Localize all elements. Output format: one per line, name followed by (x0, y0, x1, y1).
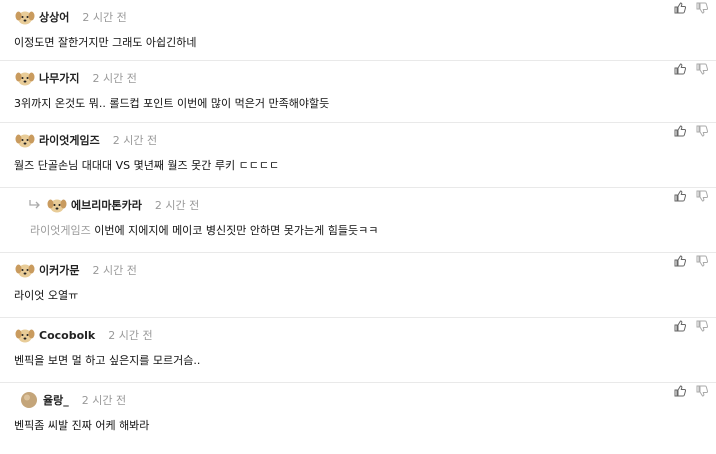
comment-item: 이커가문 2 시간 전 라이엇 오열ㅠ (0, 253, 716, 318)
thumbs-up-icon[interactable] (674, 125, 686, 137)
mention-link[interactable]: 라이엇게임즈 (30, 224, 91, 237)
comment-list: 상상어 2 시간 전 이정도면 잘한거지만 그래도 아쉽긴하네 나무가지 2 시… (0, 0, 716, 454)
reply-text: 이번에 지에지에 메이코 병신짓만 안하면 못가는게 힘들듯ㅋㅋ (90, 224, 379, 237)
comment-nickname[interactable]: 에브리마톤카라 (71, 197, 142, 213)
comment-header: 에브리마톤카라 2 시간 전 (28, 194, 199, 216)
comment-nickname[interactable]: 상상어 (39, 9, 69, 25)
puppy-avatar-icon[interactable] (14, 129, 36, 151)
vote-buttons (674, 320, 708, 332)
comment-text: 월즈 단골손님 대대대 VS 몇년째 월즈 못간 루키 ㄷㄷㄷㄷ (14, 159, 280, 172)
comment-time: 2 시간 전 (108, 329, 153, 342)
comment-header: 라이엇게임즈 2 시간 전 (14, 129, 157, 151)
comment-time: 2 시간 전 (92, 264, 137, 277)
comment-time: 2 시간 전 (92, 72, 137, 85)
comment-text: 3위까지 온것도 뭐.. 롤드컵 포인트 이번에 많이 먹은거 만족해야할듯 (14, 97, 330, 110)
comment-nickname[interactable]: 율랑_ (43, 392, 69, 408)
comment-header: 나무가지 2 시간 전 (14, 67, 137, 89)
comment-header: 상상어 2 시간 전 (14, 6, 127, 28)
comment-nickname[interactable]: Cocobolk (39, 329, 95, 342)
comment-item: 나무가지 2 시간 전 3위까지 온것도 뭐.. 롤드컵 포인트 이번에 많이 … (0, 61, 716, 123)
comment-time: 2 시간 전 (154, 199, 200, 212)
comment-text: 라이엇게임즈 이번에 지에지에 메이코 병신짓만 안하면 못가는게 힘들듯ㅋㅋ (30, 222, 378, 238)
vote-buttons (674, 255, 708, 267)
thumbs-up-icon[interactable] (674, 190, 686, 202)
circle-avatar-icon[interactable] (18, 389, 40, 411)
comment-item: 라이엇게임즈 2 시간 전 월즈 단골손님 대대대 VS 몇년째 월즈 못간 루… (0, 123, 716, 188)
comment-item: 율랑_ 2 시간 전 벤픽좀 씨발 진짜 어케 해봐라 (0, 383, 716, 454)
thumbs-down-icon[interactable] (696, 2, 708, 14)
comment-nickname[interactable]: 이커가문 (39, 262, 79, 278)
reply-arrow-icon (29, 200, 40, 209)
puppy-avatar-icon[interactable] (14, 324, 36, 346)
comment-time: 2 시간 전 (81, 394, 127, 407)
comment-nickname[interactable]: 나무가지 (39, 70, 79, 86)
comment-text: 벤픽을 보면 멀 하고 싶은지를 모르거슴.. (14, 354, 201, 367)
comment-time: 2 시간 전 (112, 134, 158, 147)
vote-buttons (674, 385, 708, 397)
reply-item: 에브리마톤카라 2 시간 전 라이엇게임즈 이번에 지에지에 메이코 병신짓만 … (0, 188, 716, 253)
comment-nickname[interactable]: 라이엇게임즈 (39, 132, 100, 148)
comment-time: 2 시간 전 (82, 11, 127, 24)
comment-item: 상상어 2 시간 전 이정도면 잘한거지만 그래도 아쉽긴하네 (0, 0, 716, 61)
comment-text: 라이엇 오열ㅠ (14, 289, 79, 302)
puppy-avatar-icon[interactable] (14, 67, 36, 89)
comment-header: Cocobolk 2 시간 전 (14, 324, 153, 346)
thumbs-up-icon[interactable] (674, 385, 686, 397)
comment-header: 율랑_ 2 시간 전 (18, 389, 126, 411)
comment-text: 벤픽좀 씨발 진짜 어케 해봐라 (14, 419, 150, 432)
thumbs-up-icon[interactable] (674, 320, 686, 332)
comment-item: Cocobolk 2 시간 전 벤픽을 보면 멀 하고 싶은지를 모르거슴.. (0, 318, 716, 383)
thumbs-up-icon[interactable] (674, 255, 686, 267)
puppy-avatar-icon[interactable] (46, 194, 68, 216)
comment-text: 이정도면 잘한거지만 그래도 아쉽긴하네 (14, 36, 197, 49)
thumbs-up-icon[interactable] (674, 63, 686, 75)
thumbs-down-icon[interactable] (696, 255, 708, 267)
puppy-avatar-icon[interactable] (14, 6, 36, 28)
vote-buttons (674, 63, 708, 75)
vote-buttons (674, 125, 708, 137)
thumbs-down-icon[interactable] (696, 63, 708, 75)
thumbs-up-icon[interactable] (674, 2, 686, 14)
thumbs-down-icon[interactable] (696, 320, 708, 332)
thumbs-down-icon[interactable] (696, 385, 708, 397)
thumbs-down-icon[interactable] (696, 125, 708, 137)
puppy-avatar-icon[interactable] (14, 259, 36, 281)
vote-buttons (674, 190, 708, 202)
thumbs-down-icon[interactable] (696, 190, 708, 202)
vote-buttons (674, 2, 708, 14)
comment-header: 이커가문 2 시간 전 (14, 259, 137, 281)
